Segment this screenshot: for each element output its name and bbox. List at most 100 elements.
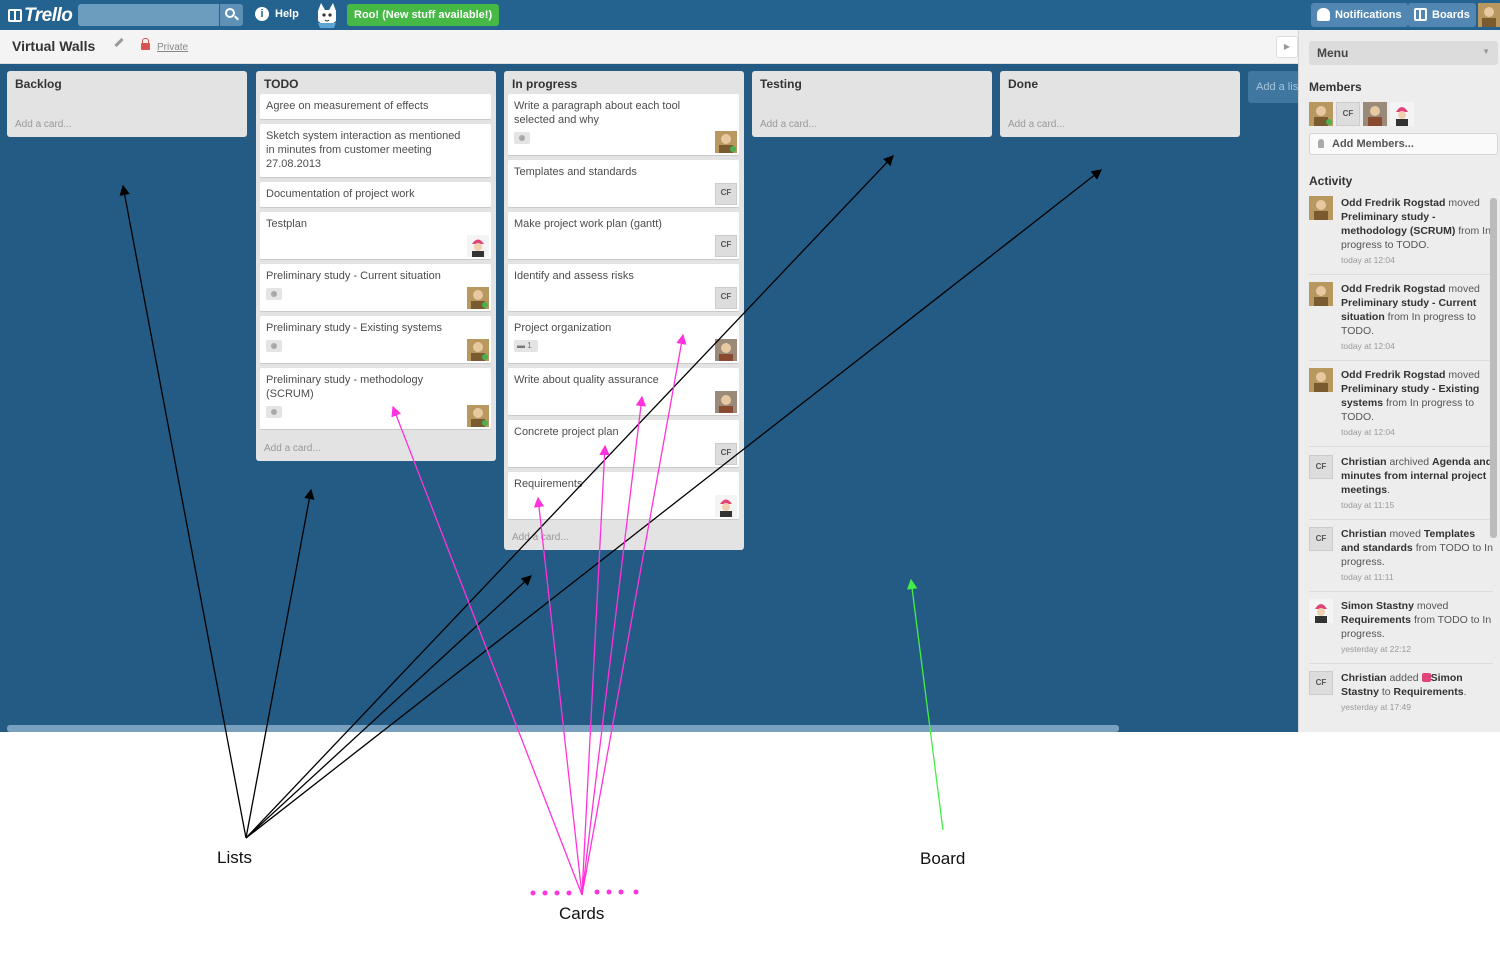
activity-text: Odd Fredrik Rogstad moved Preliminary st… [1341, 283, 1480, 337]
member-avatar-cf[interactable]: CF [715, 183, 737, 205]
activity-card-link[interactable]: Requirements [1394, 686, 1464, 698]
member-avatar[interactable] [715, 391, 737, 413]
add-card-link[interactable]: Add a card... [264, 443, 321, 454]
card[interactable]: Write a paragraph about each tool select… [508, 94, 739, 156]
member-avatar[interactable] [1363, 102, 1387, 126]
member-avatar[interactable] [467, 235, 489, 257]
member-avatar-cf[interactable]: CF [1309, 671, 1333, 695]
sidebar-toggle-button[interactable]: ▶ [1276, 36, 1298, 58]
notifications-label: Notifications [1335, 9, 1402, 21]
member-avatar[interactable] [467, 339, 489, 361]
menu-dropdown[interactable]: Menu ▼ [1309, 41, 1498, 65]
member-avatar-cf[interactable]: CF [1309, 527, 1333, 551]
card[interactable]: Preliminary study - Current situation [260, 264, 491, 312]
notifications-button[interactable]: Notifications [1311, 3, 1408, 27]
member-avatar[interactable] [1309, 368, 1333, 392]
activity-card-link[interactable]: Requirements [1341, 614, 1411, 626]
member-avatar[interactable] [715, 495, 737, 517]
member-avatar[interactable] [715, 131, 737, 153]
card[interactable]: Project organization ▬ 1 [508, 316, 739, 364]
member-avatar[interactable] [1309, 102, 1333, 126]
help-label: Help [275, 8, 299, 20]
activity-text: Odd Fredrik Rogstad moved Preliminary st… [1341, 197, 1491, 251]
search-input[interactable] [78, 4, 219, 26]
card[interactable]: Testplan [260, 212, 491, 260]
card-title: Write a paragraph about each tool select… [514, 100, 681, 126]
member-avatar-cf[interactable]: CF [1309, 455, 1333, 479]
member-avatar-cf[interactable]: CF [715, 235, 737, 257]
trello-logo[interactable]: Trello [8, 5, 73, 27]
taco-mascot-icon[interactable] [314, 1, 340, 29]
board-annotation-label: Board [920, 849, 966, 868]
list-title[interactable]: Backlog [15, 77, 62, 91]
card[interactable]: Templates and standards CF [508, 160, 739, 208]
activity-actor[interactable]: Christian [1341, 672, 1387, 684]
member-avatar[interactable] [467, 287, 489, 309]
activity-actor[interactable]: Odd Fredrik Rogstad [1341, 283, 1445, 295]
mini-avatar-icon [1421, 673, 1431, 682]
bell-icon [1317, 8, 1330, 21]
horizontal-scrollbar[interactable] [7, 725, 1119, 732]
card-title: Testplan [266, 218, 307, 230]
activity-actor[interactable]: Odd Fredrik Rogstad [1341, 197, 1445, 209]
card-title: Project organization [514, 322, 612, 334]
sidebar-scrollbar[interactable] [1490, 198, 1497, 538]
card-title: Make project work plan (gantt) [514, 218, 662, 230]
add-members-button[interactable]: Add Members... [1309, 133, 1498, 155]
list-title[interactable]: TODO [264, 77, 298, 91]
member-avatar[interactable] [1309, 282, 1333, 306]
board-visibility-link[interactable]: Private [157, 42, 188, 53]
roo-new-stuff-button[interactable]: Roo! (New stuff available!) [347, 4, 500, 26]
card[interactable]: Preliminary study - methodology (SCRUM) [260, 368, 491, 430]
add-card-link[interactable]: Add a card... [760, 119, 817, 130]
comments-badge: ▬ 1 [514, 340, 538, 352]
card[interactable]: Identify and assess risks CF [508, 264, 739, 312]
card[interactable]: Preliminary study - Existing systems [260, 316, 491, 364]
member-avatar[interactable] [1390, 102, 1414, 126]
card[interactable]: Write about quality assurance [508, 368, 739, 416]
search-button[interactable] [220, 4, 243, 26]
activity-time: today at 11:15 [1341, 500, 1395, 510]
activity-actor[interactable]: Odd Fredrik Rogstad [1341, 369, 1445, 381]
boards-button[interactable]: Boards [1408, 3, 1476, 27]
activity-actor[interactable]: Christian [1341, 456, 1387, 468]
lock-icon [141, 38, 150, 50]
member-avatar[interactable] [1309, 196, 1333, 220]
card[interactable]: Agree on measurement of effects [260, 94, 491, 120]
list-title[interactable]: Testing [760, 77, 802, 91]
card[interactable]: Documentation of project work [260, 182, 491, 208]
add-card-link[interactable]: Add a card... [1008, 119, 1065, 130]
list-title[interactable]: Done [1008, 77, 1038, 91]
add-list-button[interactable]: Add a list... [1248, 71, 1298, 103]
board-title[interactable]: Virtual Walls [12, 38, 95, 54]
edit-pencil-icon[interactable] [114, 37, 124, 48]
member-avatar-cf[interactable]: CF [1336, 102, 1360, 126]
card-title: Preliminary study - methodology (SCRUM) [266, 374, 424, 400]
add-card-link[interactable]: Add a card... [512, 532, 569, 543]
member-avatar-cf[interactable]: CF [715, 443, 737, 465]
activity-time: today at 12:04 [1341, 427, 1395, 437]
member-avatar-cf[interactable]: CF [715, 287, 737, 309]
card-title: Identify and assess risks [514, 270, 634, 282]
activity-card-link[interactable]: Preliminary study - methodology (SCRUM) [1341, 211, 1455, 237]
member-avatar[interactable] [715, 339, 737, 361]
add-card-link[interactable]: Add a card... [15, 119, 72, 130]
activity-actor[interactable]: Simon Stastny [1341, 600, 1414, 612]
card[interactable]: Concrete project plan CF [508, 420, 739, 468]
card[interactable]: Sketch system interaction as mentioned i… [260, 124, 491, 178]
help-button[interactable]: i Help [255, 7, 299, 21]
member-avatar[interactable] [1309, 599, 1333, 623]
user-avatar[interactable] [1478, 3, 1500, 27]
card-title: Documentation of project work [266, 188, 415, 200]
member-avatar[interactable] [467, 405, 489, 427]
list-title[interactable]: In progress [512, 77, 577, 91]
list-todo: TODO Agree on measurement of effects Ske… [256, 71, 496, 461]
watch-eye-icon [266, 340, 282, 352]
cards-annotation-label: Cards [559, 904, 605, 923]
activity-time: today at 12:04 [1341, 255, 1395, 265]
comment-icon: ▬ [517, 341, 528, 350]
card[interactable]: Make project work plan (gantt) CF [508, 212, 739, 260]
activity-actor[interactable]: Christian [1341, 528, 1387, 540]
card[interactable]: Requirements [508, 472, 739, 520]
list-backlog: Backlog Add a card... [7, 71, 247, 137]
